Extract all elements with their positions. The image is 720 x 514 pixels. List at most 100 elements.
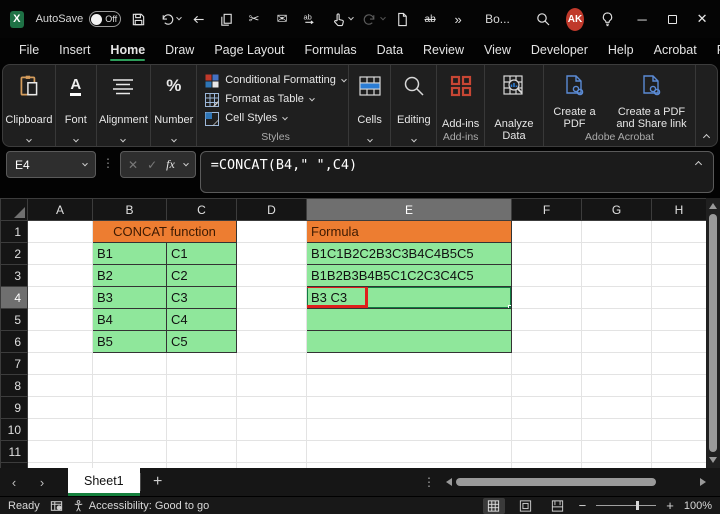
analyze-data-button[interactable]: Analyze Data <box>487 71 541 143</box>
cell[interactable] <box>652 353 707 375</box>
clipboard-group[interactable]: Clipboard <box>3 65 56 146</box>
cell[interactable] <box>93 441 167 463</box>
tab-review[interactable]: Review <box>414 40 473 62</box>
insert-function-button[interactable]: fx <box>166 157 175 172</box>
tab-power-pivot[interactable]: Power Pivot <box>708 40 720 62</box>
cell[interactable] <box>28 397 93 419</box>
row-header-7[interactable]: 7 <box>1 353 28 375</box>
cell[interactable] <box>237 397 307 419</box>
add-sheet-button[interactable]: + <box>141 473 175 491</box>
zoom-out-button[interactable]: − <box>579 498 587 513</box>
conditional-formatting-button[interactable]: Conditional Formatting <box>205 71 346 90</box>
cell[interactable] <box>93 375 167 397</box>
cell-g3[interactable] <box>582 265 652 287</box>
cell-c5[interactable]: C4 <box>167 309 237 331</box>
macro-record-button[interactable] <box>50 500 63 512</box>
cell[interactable] <box>582 419 652 441</box>
column-header-h[interactable]: H <box>652 199 707 221</box>
horizontal-scrollbar[interactable] <box>456 477 696 487</box>
minimize-button[interactable]: ─ <box>630 5 654 33</box>
hscroll-left-icon[interactable] <box>446 478 452 486</box>
cell[interactable] <box>237 375 307 397</box>
cell-h1[interactable] <box>652 221 707 243</box>
zoom-level[interactable]: 100% <box>684 500 712 512</box>
cell-a1[interactable] <box>28 221 93 243</box>
cell-e4-selected[interactable]: B3 C3 <box>307 287 512 309</box>
cell-h5[interactable] <box>652 309 707 331</box>
fill-handle[interactable] <box>508 305 512 309</box>
cell-g4[interactable] <box>582 287 652 309</box>
select-all-button[interactable] <box>1 199 28 221</box>
cell-b5[interactable]: B4 <box>93 309 167 331</box>
scroll-up-icon[interactable] <box>709 203 717 209</box>
cell-styles-button[interactable]: Cell Styles <box>205 109 287 128</box>
cell-h3[interactable] <box>652 265 707 287</box>
search-button[interactable] <box>532 7 554 31</box>
tab-view[interactable]: View <box>475 40 520 62</box>
row-header-2[interactable]: 2 <box>1 243 28 265</box>
formula-input[interactable]: =CONCAT(B4," ",C4) <box>200 151 714 193</box>
cell-f4[interactable] <box>512 287 582 309</box>
cell[interactable] <box>512 375 582 397</box>
column-header-g[interactable]: G <box>582 199 652 221</box>
email-button[interactable]: ✉ <box>271 7 293 31</box>
cut-button[interactable]: ✂ <box>243 7 265 31</box>
cell-a6[interactable] <box>28 331 93 353</box>
cell[interactable] <box>28 441 93 463</box>
tab-formulas[interactable]: Formulas <box>296 40 366 62</box>
next-sheet-button[interactable]: › <box>28 475 56 490</box>
tab-data[interactable]: Data <box>368 40 412 62</box>
tab-draw[interactable]: Draw <box>156 40 203 62</box>
cell-e3[interactable]: B1B2B3B4B5C1C2C3C4C5 <box>307 265 512 287</box>
cell-d5[interactable] <box>237 309 307 331</box>
cell-g2[interactable] <box>582 243 652 265</box>
cell-d3[interactable] <box>237 265 307 287</box>
tab-home[interactable]: Home <box>101 40 154 62</box>
cell[interactable] <box>28 375 93 397</box>
cell[interactable] <box>167 419 237 441</box>
cell-f3[interactable] <box>512 265 582 287</box>
redo-button[interactable] <box>359 7 385 31</box>
cell[interactable] <box>582 375 652 397</box>
prev-sheet-button[interactable]: ‹ <box>0 475 28 490</box>
collapse-formula-bar-icon[interactable] <box>695 161 702 168</box>
cell-e5[interactable] <box>307 309 512 331</box>
accessibility-status[interactable]: Accessibility: Good to go <box>73 500 209 512</box>
cell-c4[interactable]: C3 <box>167 287 237 309</box>
cancel-formula-button[interactable]: ✕ <box>128 158 138 172</box>
cell-h4[interactable] <box>652 287 707 309</box>
back-button[interactable] <box>187 7 209 31</box>
cell-g1[interactable] <box>582 221 652 243</box>
cell-f6[interactable] <box>512 331 582 353</box>
cell[interactable] <box>93 419 167 441</box>
cell-a3[interactable] <box>28 265 93 287</box>
excel-logo-icon[interactable]: X <box>10 11 24 28</box>
whats-new-button[interactable] <box>596 7 618 31</box>
cell-f5[interactable] <box>512 309 582 331</box>
save-button[interactable] <box>127 7 149 31</box>
create-pdf-button[interactable]: Create a PDF <box>545 71 603 131</box>
page-break-view-button[interactable] <box>547 498 569 514</box>
row-header-1[interactable]: 1 <box>1 221 28 243</box>
tab-page-layout[interactable]: Page Layout <box>205 40 293 62</box>
cell-b2[interactable]: B1 <box>93 243 167 265</box>
cell[interactable] <box>652 419 707 441</box>
tab-help[interactable]: Help <box>599 40 643 62</box>
create-pdf-share-button[interactable]: Create a PDF and Share link <box>609 71 693 131</box>
row-header-11[interactable]: 11 <box>1 441 28 463</box>
cell[interactable] <box>167 353 237 375</box>
cell[interactable] <box>237 441 307 463</box>
toolbar-overflow-button[interactable]: » <box>447 7 469 31</box>
touch-mode-button[interactable] <box>327 7 353 31</box>
cell[interactable] <box>582 353 652 375</box>
cell[interactable] <box>512 441 582 463</box>
cell-e6[interactable] <box>307 331 512 353</box>
row-header-8[interactable]: 8 <box>1 375 28 397</box>
row-header-4[interactable]: 4 <box>1 287 28 309</box>
name-box[interactable]: E4 <box>6 151 96 178</box>
zoom-slider-thumb[interactable] <box>636 501 639 510</box>
column-header-d[interactable]: D <box>237 199 307 221</box>
new-file-button[interactable] <box>391 7 413 31</box>
collapse-ribbon-button[interactable] <box>696 65 717 146</box>
cell[interactable] <box>307 375 512 397</box>
